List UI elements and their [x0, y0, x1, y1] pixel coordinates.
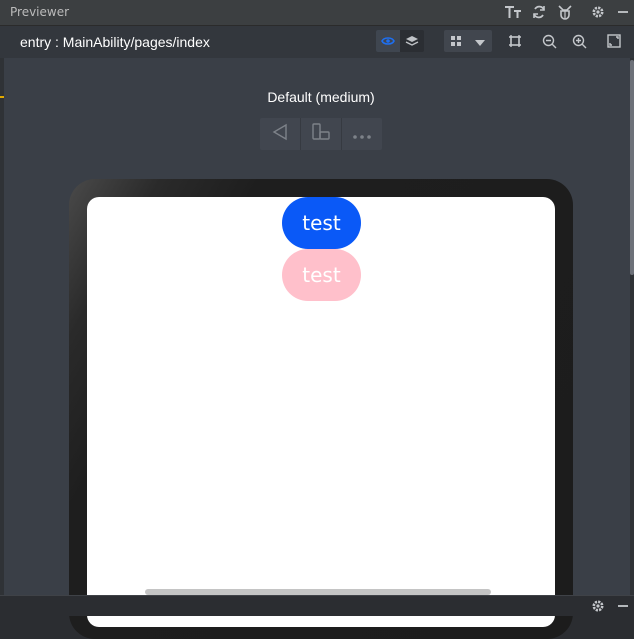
- view-mode-toggle: [376, 30, 424, 52]
- zoom-in-icon[interactable]: [570, 32, 588, 50]
- test-button-secondary[interactable]: test: [282, 249, 361, 301]
- back-icon: [271, 123, 289, 145]
- window-title: Previewer: [10, 5, 70, 19]
- test-button-primary[interactable]: test: [282, 197, 361, 249]
- more-button[interactable]: [342, 118, 382, 150]
- layers-icon[interactable]: [400, 30, 424, 52]
- rotate-button[interactable]: [301, 118, 342, 150]
- font-size-icon[interactable]: [503, 2, 523, 22]
- bottom-gear-icon[interactable]: [588, 596, 608, 616]
- bottom-panel-bar: [0, 595, 634, 616]
- device-controls: [260, 118, 382, 150]
- grid-icon: [450, 32, 462, 51]
- zoom-out-icon[interactable]: [540, 32, 558, 50]
- eye-icon[interactable]: [376, 30, 400, 52]
- page-path: entry : MainAbility/pages/index: [20, 34, 210, 50]
- title-bar: Previewer: [0, 0, 634, 26]
- more-icon: [352, 125, 372, 144]
- minimize-icon[interactable]: [613, 2, 633, 22]
- layout-selector[interactable]: [444, 30, 492, 52]
- device-label: Default (medium): [267, 89, 375, 105]
- chevron-down-icon: [474, 32, 486, 51]
- bottom-minimize-icon[interactable]: [613, 596, 633, 616]
- debug-icon[interactable]: [555, 2, 575, 22]
- rotate-icon: [311, 123, 331, 145]
- back-button[interactable]: [260, 118, 301, 150]
- refresh-icon[interactable]: [529, 2, 549, 22]
- fit-screen-icon[interactable]: [605, 32, 623, 50]
- previewer-toolbar: entry : MainAbility/pages/index: [0, 26, 634, 58]
- crop-icon[interactable]: [506, 32, 524, 50]
- gear-icon[interactable]: [588, 2, 608, 22]
